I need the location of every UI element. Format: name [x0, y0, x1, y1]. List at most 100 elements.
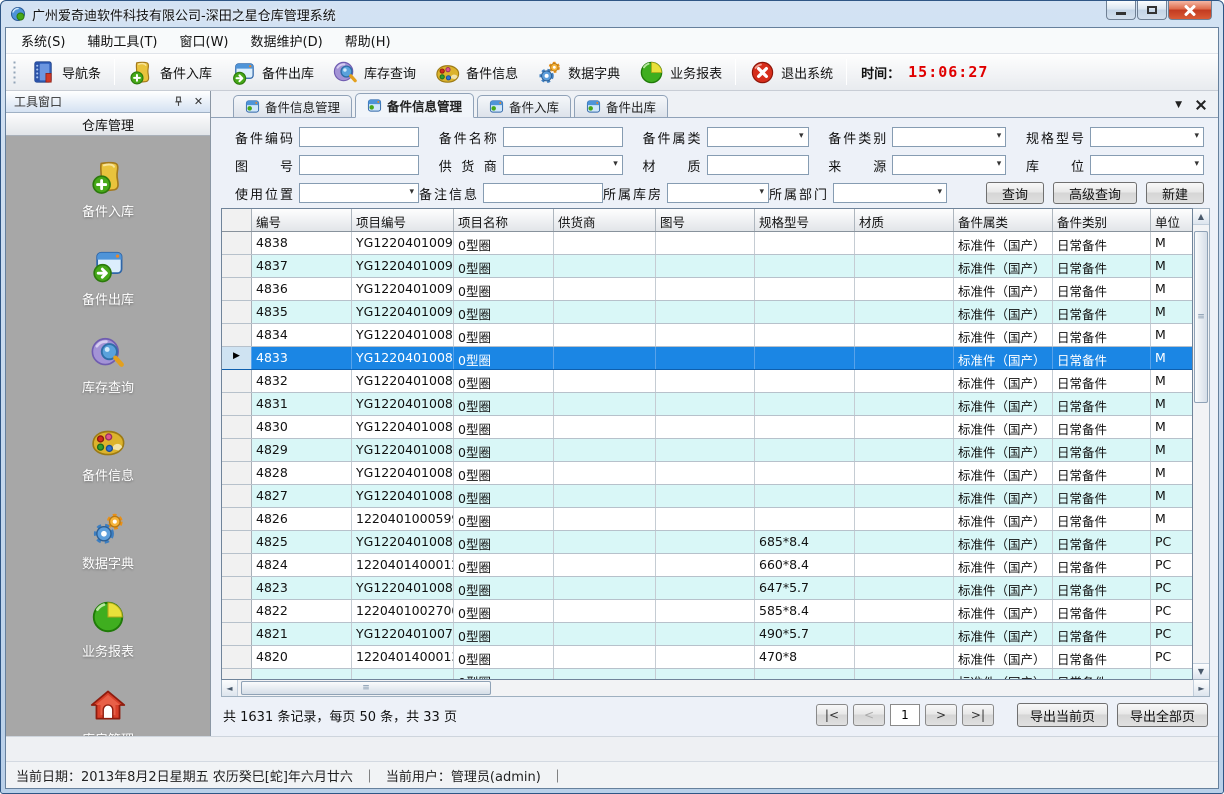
- column-header[interactable]: 编号: [252, 209, 352, 231]
- filter-select[interactable]: ▾: [892, 127, 1006, 147]
- horizontal-scrollbar[interactable]: ◄ ≡ ►: [221, 680, 1210, 697]
- table-row[interactable]: 0型圈 标准件（国产）日常备件: [222, 669, 1192, 680]
- tab-close-icon[interactable]: [1196, 100, 1206, 110]
- toolbar-button-data-dict[interactable]: 数据字典: [527, 56, 629, 89]
- table-cell: M: [1151, 416, 1193, 438]
- scroll-left-icon[interactable]: ◄: [222, 680, 238, 696]
- tab-2[interactable]: 备件信息管理: [355, 93, 474, 118]
- table-row[interactable]: 4827YG122040100820型圈 标准件（国产）日常备件M: [222, 485, 1192, 508]
- export-all-pages-button[interactable]: 导出全部页: [1117, 703, 1208, 727]
- toolbar-button-exit-system[interactable]: 退出系统: [740, 56, 842, 89]
- table-row[interactable]: 4837YG122040100920型圈 标准件（国产）日常备件M: [222, 255, 1192, 278]
- menu-item[interactable]: 系统(S): [10, 27, 76, 54]
- tab-3[interactable]: 备件入库: [477, 95, 571, 117]
- toolbar-grip-handle[interactable]: [12, 60, 17, 84]
- toolbar-button-nav-book[interactable]: 导航条: [21, 56, 110, 89]
- column-header[interactable]: 项目编号: [352, 209, 454, 231]
- table-row[interactable]: 4838YG122040100930型圈 标准件（国产）日常备件M: [222, 232, 1192, 255]
- table-row[interactable]: 4836YG122040100910型圈 标准件（国产）日常备件M: [222, 278, 1192, 301]
- table-row[interactable]: 4831YG122040100860型圈 标准件（国产）日常备件M: [222, 393, 1192, 416]
- toolbar-button-parts-inbound[interactable]: 备件入库: [119, 56, 221, 89]
- filter-button-query[interactable]: 查询: [986, 182, 1044, 204]
- vertical-scroll-track[interactable]: ≡: [1193, 225, 1209, 663]
- table-row[interactable]: 482612204010005990型圈 标准件（国产）日常备件M: [222, 508, 1192, 531]
- scroll-up-icon[interactable]: ▲: [1193, 209, 1209, 225]
- scroll-down-icon[interactable]: ▼: [1193, 663, 1209, 679]
- horizontal-scroll-thumb[interactable]: ≡: [241, 681, 491, 695]
- prev-page-button[interactable]: <: [853, 704, 885, 726]
- sidebar-group-header[interactable]: 仓库管理: [6, 113, 210, 136]
- tab-1[interactable]: 备件信息管理: [233, 95, 352, 117]
- sidebar-item-data-dict[interactable]: 数据字典: [82, 510, 134, 572]
- scroll-right-icon[interactable]: ►: [1193, 680, 1209, 696]
- filter-select[interactable]: ▾: [1090, 127, 1204, 147]
- horizontal-scroll-track[interactable]: ≡: [238, 680, 1193, 696]
- toolbar-button-business-report[interactable]: 业务报表: [629, 56, 731, 89]
- menu-item[interactable]: 辅助工具(T): [76, 27, 168, 54]
- toolbar-button-stock-query[interactable]: 库存查询: [323, 56, 425, 89]
- menu-item[interactable]: 窗口(W): [169, 27, 240, 54]
- sidebar-item-parts-inbound[interactable]: 备件入库: [82, 158, 134, 220]
- sidebar-item-parts-info[interactable]: 备件信息: [82, 422, 134, 484]
- vertical-scroll-thumb[interactable]: ≡: [1194, 231, 1208, 403]
- table-row[interactable]: 482012204014000130型圈 470*8 标准件（国产）日常备件PC: [222, 646, 1192, 669]
- filter-select[interactable]: ▾: [667, 183, 769, 203]
- page-number-input[interactable]: [890, 704, 920, 726]
- filter-button-advanced-query[interactable]: 高级查询: [1053, 182, 1137, 204]
- table-row[interactable]: 4823YG122040100800型圈 647*5.7 标准件（国产）日常备件…: [222, 577, 1192, 600]
- table-row[interactable]: 4821YG122040100790型圈 490*5.7 标准件（国产）日常备件…: [222, 623, 1192, 646]
- filter-select[interactable]: ▾: [707, 127, 809, 147]
- vertical-scrollbar[interactable]: ▲ ≡ ▼: [1193, 208, 1210, 680]
- filter-input[interactable]: [299, 127, 419, 147]
- column-header[interactable]: 规格型号: [755, 209, 855, 231]
- sidebar-item-stock-query[interactable]: 库存查询: [82, 334, 134, 396]
- toolbar-button-parts-info[interactable]: 备件信息: [425, 56, 527, 89]
- table-row[interactable]: 4828YG122040100830型圈 标准件（国产）日常备件M: [222, 462, 1192, 485]
- table-row[interactable]: 4835YG122040100900型圈 标准件（国产）日常备件M: [222, 301, 1192, 324]
- column-header[interactable]: 图号: [656, 209, 755, 231]
- table-row[interactable]: 4825YG122040100810型圈 685*8.4 标准件（国产）日常备件…: [222, 531, 1192, 554]
- filter-input[interactable]: [483, 183, 603, 203]
- sidebar-item-business-report[interactable]: 业务报表: [82, 598, 134, 660]
- table-row[interactable]: 4829YG122040100840型圈 标准件（国产）日常备件M: [222, 439, 1192, 462]
- column-header[interactable]: 材质: [855, 209, 954, 231]
- menu-item[interactable]: 帮助(H): [334, 27, 402, 54]
- pin-icon[interactable]: [173, 96, 184, 107]
- chevron-down-icon[interactable]: ▼: [1175, 100, 1182, 110]
- filter-input[interactable]: [503, 127, 623, 147]
- filter-select[interactable]: ▾: [503, 155, 623, 175]
- last-page-button[interactable]: >|: [962, 704, 994, 726]
- table-cell: [855, 301, 954, 323]
- filter-select[interactable]: ▾: [1090, 155, 1204, 175]
- maximize-button[interactable]: [1137, 1, 1167, 20]
- table-row[interactable]: 4832YG122040100870型圈 标准件（国产）日常备件M: [222, 370, 1192, 393]
- menu-item[interactable]: 数据维护(D): [240, 27, 334, 54]
- table-row[interactable]: 482212204010027000型圈 585*8.4 标准件（国产）日常备件…: [222, 600, 1192, 623]
- column-header[interactable]: 备件类别: [1053, 209, 1151, 231]
- table-row[interactable]: 4830YG122040100850型圈 标准件（国产）日常备件M: [222, 416, 1192, 439]
- export-current-page-button[interactable]: 导出当前页: [1017, 703, 1108, 727]
- filter-input[interactable]: [707, 155, 809, 175]
- panel-close-icon[interactable]: ✕: [193, 96, 204, 107]
- sidebar-item-parts-outbound[interactable]: 备件出库: [82, 246, 134, 308]
- filter-select[interactable]: ▾: [299, 183, 419, 203]
- filter-select[interactable]: ▾: [833, 183, 947, 203]
- filter-select[interactable]: ▾: [892, 155, 1006, 175]
- filter-button-new[interactable]: 新建: [1146, 182, 1204, 204]
- table-row[interactable]: 482412204014000120型圈 660*8.4 标准件（国产）日常备件…: [222, 554, 1192, 577]
- column-header[interactable]: 单位: [1151, 209, 1193, 231]
- column-header[interactable]: 供货商: [554, 209, 656, 231]
- tab-4[interactable]: 备件出库: [574, 95, 668, 117]
- minimize-button[interactable]: [1106, 1, 1136, 20]
- next-page-button[interactable]: >: [925, 704, 957, 726]
- table-cell: 490*5.7: [755, 623, 855, 645]
- table-row[interactable]: ▶4833YG122040100880型圈 标准件（国产）日常备件M: [222, 347, 1192, 370]
- filter-input[interactable]: [299, 155, 419, 175]
- table-row[interactable]: 4834YG122040100890型圈 标准件（国产）日常备件M: [222, 324, 1192, 347]
- column-header[interactable]: 备件属类: [954, 209, 1053, 231]
- sidebar-item-warehouse-home[interactable]: 库房管理: [82, 686, 134, 736]
- column-header[interactable]: 项目名称: [454, 209, 554, 231]
- close-button[interactable]: [1168, 1, 1212, 20]
- toolbar-button-parts-outbound[interactable]: 备件出库: [221, 56, 323, 89]
- first-page-button[interactable]: |<: [816, 704, 848, 726]
